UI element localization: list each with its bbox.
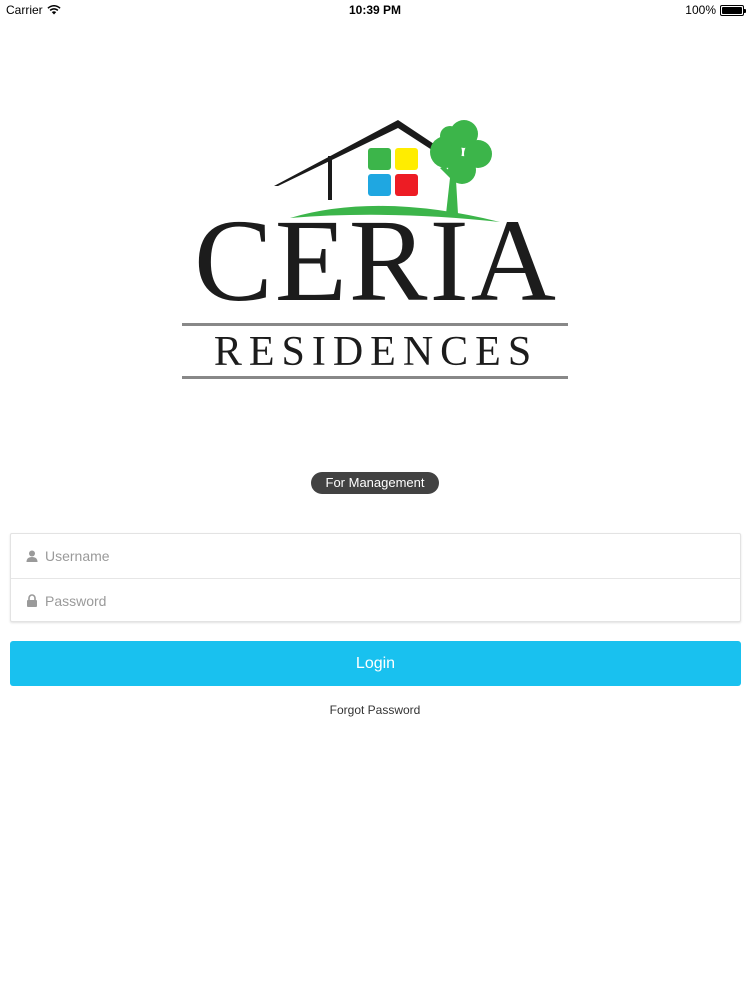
battery-percent: 100% [685, 3, 716, 17]
password-field [11, 578, 740, 622]
status-time: 10:39 PM [348, 3, 402, 17]
brand-logo: CERIA RESIDENCES [178, 110, 574, 390]
status-bar: Carrier 10:39 PM 100% [0, 0, 750, 20]
lock-icon [25, 594, 39, 608]
username-input[interactable] [45, 536, 695, 576]
brand-subtitle: RESIDENCES [213, 329, 539, 375]
battery-icon [720, 4, 746, 16]
brand-name: CERIA [194, 195, 558, 326]
username-field [11, 534, 740, 578]
password-input[interactable] [45, 580, 695, 621]
forgot-password-link[interactable]: Forgot Password [0, 703, 750, 717]
logo-rule-top [182, 323, 568, 326]
battery-fill [722, 6, 742, 14]
management-badge: For Management [311, 472, 439, 494]
login-form [10, 533, 741, 622]
battery-group: 100% [685, 3, 746, 17]
user-icon [25, 549, 39, 563]
logo-rule-bottom [182, 376, 568, 379]
login-button[interactable]: Login [10, 641, 741, 686]
